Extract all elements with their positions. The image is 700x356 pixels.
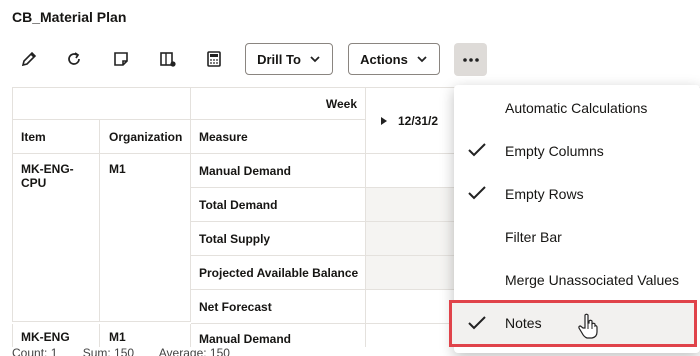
status-count: Count: 1 — [12, 346, 58, 356]
menu-item-automatic-calculations[interactable]: Automatic Calculations — [454, 86, 700, 129]
calculator-icon[interactable] — [199, 44, 229, 74]
refresh-icon[interactable] — [59, 44, 89, 74]
layout-icon[interactable] — [153, 44, 183, 74]
measure-cell: Total Supply — [191, 222, 366, 256]
ellipsis-icon — [462, 57, 479, 62]
pencil-icon[interactable] — [14, 44, 44, 74]
expand-arrow-icon[interactable] — [380, 116, 388, 126]
header-blank — [12, 88, 191, 120]
page-title: CB_Material Plan — [12, 9, 127, 25]
status-bar: Count: 1 Sum: 150 Average: 150 — [12, 346, 252, 356]
menu-item-empty-rows[interactable]: Empty Rows — [454, 172, 700, 215]
chevron-down-icon — [310, 56, 320, 63]
menu-item-empty-columns[interactable]: Empty Columns — [454, 129, 700, 172]
drill-to-label: Drill To — [257, 51, 301, 67]
item-cell: MK-ENG — [12, 324, 100, 347]
chevron-down-icon — [417, 56, 427, 63]
date-label: 12/31/2 — [398, 113, 439, 128]
menu-item-label: Empty Rows — [505, 185, 584, 202]
actions-button[interactable]: Actions — [348, 43, 440, 75]
menu-item-merge-unassociated-values[interactable]: Merge Unassociated Values — [454, 258, 700, 301]
measure-cell: Manual Demand — [191, 154, 366, 188]
menu-item-notes[interactable]: Notes — [449, 300, 697, 347]
measure-cell: Manual Demand — [191, 324, 366, 347]
checkmark-icon — [468, 316, 486, 330]
measure-cell: Projected Available Balance — [191, 256, 366, 290]
drill-to-button[interactable]: Drill To — [245, 43, 333, 75]
status-average: Average: 150 — [158, 346, 230, 356]
menu-item-filter-bar[interactable]: Filter Bar — [454, 215, 700, 258]
item-cell: MK-ENG-CPU — [12, 154, 100, 322]
measure-cell: Net Forecast — [191, 290, 366, 324]
measure-column-header: Measure — [191, 120, 366, 154]
actions-label: Actions — [360, 51, 408, 67]
checkmark-icon — [468, 143, 486, 157]
more-options-button[interactable] — [454, 43, 487, 76]
menu-item-label: Empty Columns — [505, 142, 604, 159]
note-icon[interactable] — [106, 44, 136, 74]
week-header: Week — [191, 88, 366, 120]
menu-item-label: Automatic Calculations — [505, 99, 648, 116]
menu-item-label: Merge Unassociated Values — [505, 271, 680, 288]
item-column-header: Item — [12, 120, 100, 154]
menu-item-label: Filter Bar — [505, 228, 562, 245]
hand-cursor-icon — [578, 313, 598, 339]
organization-column-header: Organization — [100, 120, 191, 154]
status-sum: Sum: 150 — [82, 346, 135, 356]
menu-item-label: Notes — [505, 315, 542, 331]
measure-cell: Total Demand — [191, 188, 366, 222]
organization-cell: M1 — [100, 154, 191, 322]
organization-cell: M1 — [100, 324, 191, 347]
checkmark-icon — [468, 186, 486, 200]
